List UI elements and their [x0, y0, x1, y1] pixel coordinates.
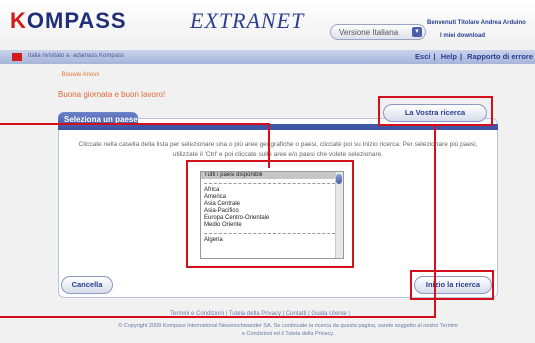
welcome-user: Benvenuti Titolare Andrea Arduino — [427, 20, 526, 26]
chevron-down-icon: ▾ — [412, 27, 422, 37]
nav-separator: | — [433, 52, 436, 61]
extranet-logo: EXTRANET — [190, 8, 305, 33]
intro-label: · Bouwie Ariovx — [58, 72, 100, 78]
footer-copyright: © Copyright 2009 Kompass International N… — [118, 323, 458, 337]
help-link[interactable]: Help — [441, 52, 457, 61]
cancel-button[interactable]: Cancella — [61, 276, 113, 294]
annotation-line — [0, 123, 270, 125]
annotation-box-listbox — [186, 160, 354, 268]
nav-bar: Italia rivisitato a ·adamass Kompass Esc… — [0, 50, 535, 64]
instructions: Cliccate nella casella della lista per s… — [78, 141, 478, 158]
annotation-box-research — [378, 96, 493, 126]
header: KOMPASS EXTRANET Versione Italiana ▾ Ben… — [0, 0, 535, 46]
language-select[interactable]: Versione Italiana ▾ — [330, 24, 426, 40]
breadcrumb: Italia rivisitato a ·adamass Kompass — [28, 53, 125, 59]
panel-title: Seleziona un paese — [58, 112, 138, 128]
kompass-logo[interactable]: KOMPASS — [10, 8, 127, 34]
my-download-link[interactable]: I miei download — [440, 33, 485, 39]
logout-link[interactable]: Esci — [415, 52, 430, 61]
nav-links: Esci | Help | Rapporto di errore — [412, 52, 533, 61]
footer-links[interactable]: Termini e Condizioni | Tutela della Priv… — [170, 311, 350, 317]
language-select-value: Versione Italiana — [339, 28, 399, 37]
nav-separator: | — [459, 52, 463, 61]
annotation-box-start — [410, 270, 494, 300]
greeting: Buona giornata e buon lavoro! — [58, 90, 166, 99]
kompass-flag-icon — [12, 53, 22, 61]
error-report-link[interactable]: Rapporto di errore — [467, 52, 533, 61]
